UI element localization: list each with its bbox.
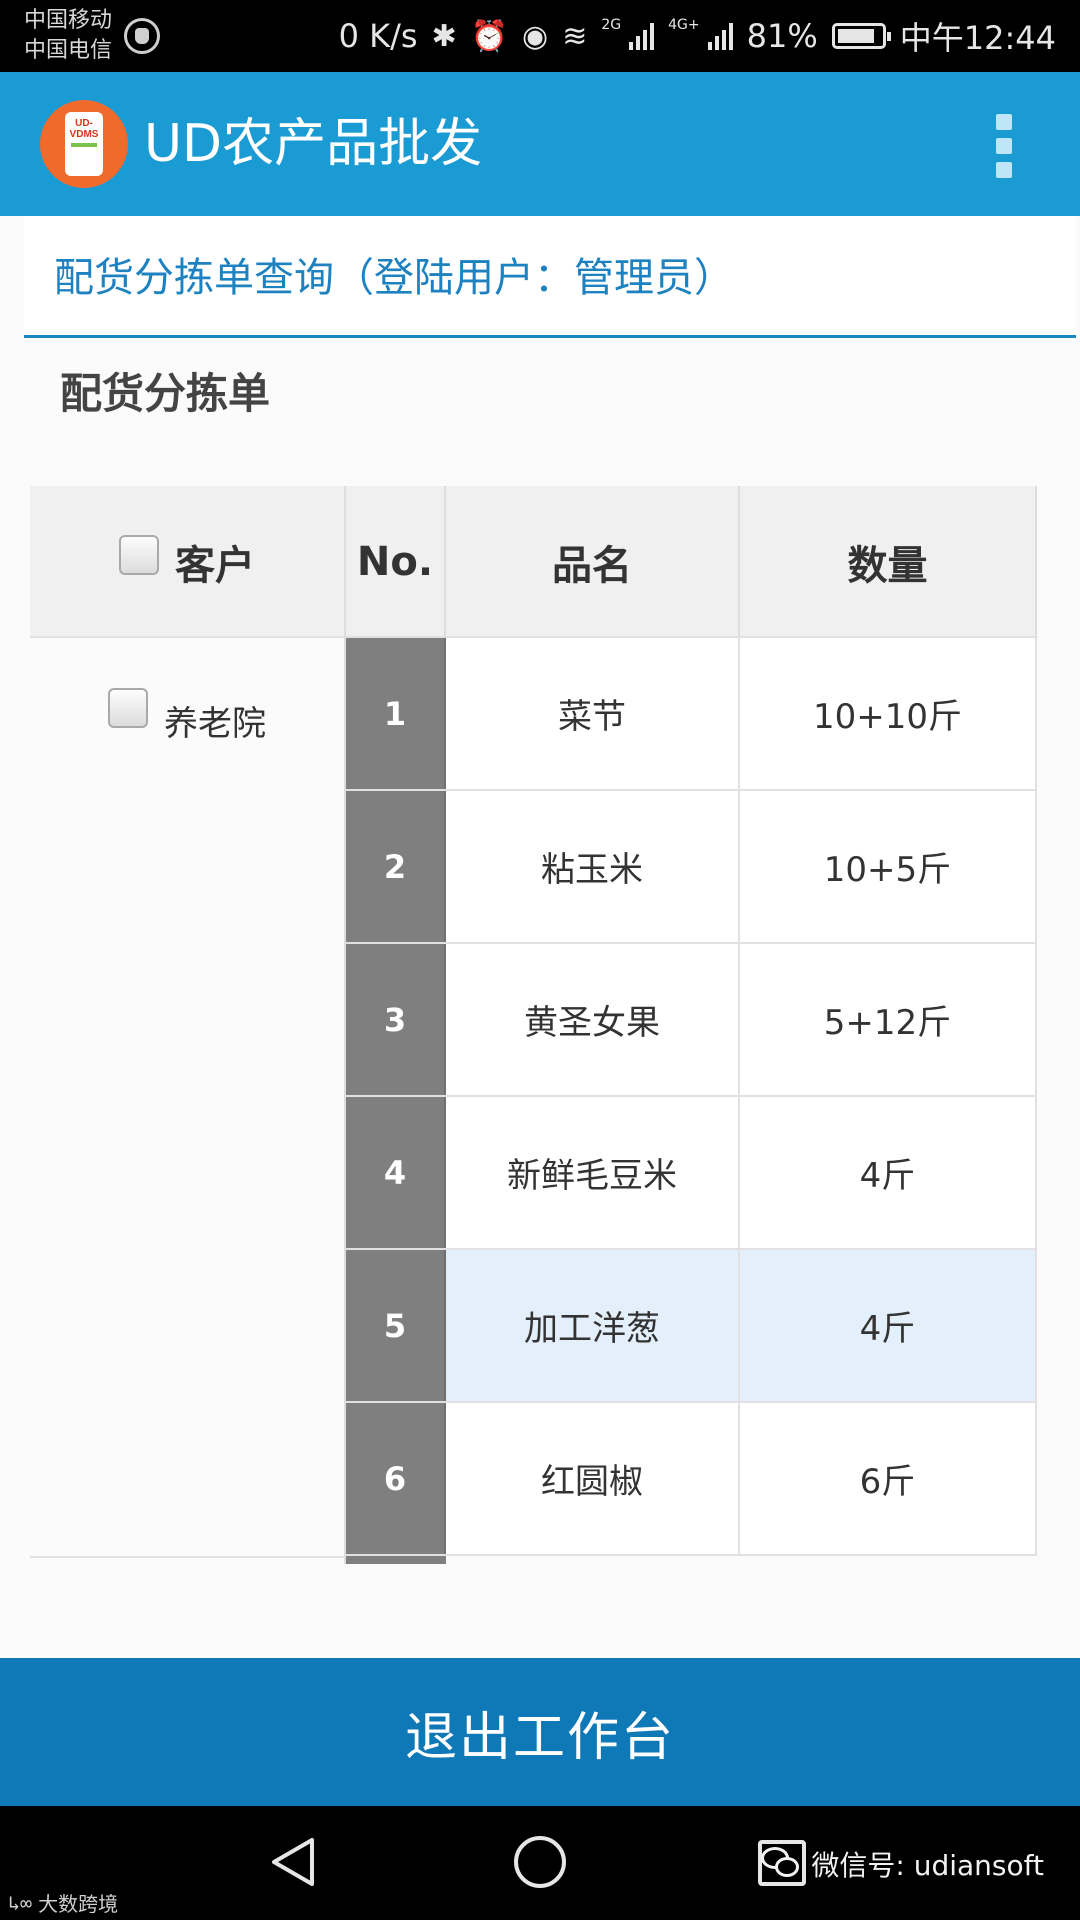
customer-name: 养老院 <box>164 704 266 744</box>
quantity: 4斤 <box>740 1097 1037 1248</box>
watermark-logo-icon: ↳∞ <box>8 1890 33 1915</box>
next-row-partial <box>346 1556 1037 1564</box>
bluetooth-icon: ✱ <box>431 18 457 54</box>
table-row[interactable]: 1 菜节 10+10斤 <box>346 638 1037 791</box>
page-title: 配货分拣单查询（登陆用户：管理员） <box>54 255 734 301</box>
home-icon[interactable] <box>514 1836 566 1888</box>
eye-comfort-icon: ◉ <box>522 18 549 54</box>
network-2g-label: 2G <box>601 17 622 33</box>
product-name: 菜节 <box>446 638 740 789</box>
exit-workbench-button[interactable]: 退出工作台 <box>0 1658 1080 1806</box>
carrier-info: 中国移动 中国电信 <box>24 6 112 66</box>
quantity: 6斤 <box>740 1403 1037 1554</box>
row-number: 2 <box>346 791 446 942</box>
alarm-icon: ⏰ <box>470 18 509 54</box>
source-watermark: ↳∞ 大数跨境 <box>8 1888 118 1917</box>
wechat-icon <box>761 1847 801 1881</box>
clock: 中午12:44 <box>899 19 1056 57</box>
quantity: 5+12斤 <box>740 944 1037 1095</box>
quantity: 10+10斤 <box>740 638 1037 789</box>
app-title: UD农产品批发 <box>144 114 483 174</box>
row-number: 3 <box>346 944 446 1095</box>
battery-percent: 81% <box>746 17 818 55</box>
row-number: 6 <box>346 1403 446 1554</box>
carrier-2: 中国电信 <box>24 38 113 63</box>
carrier-1: 中国移动 <box>24 8 113 33</box>
page-header: 配货分拣单查询（登陆用户：管理员） <box>24 216 1076 338</box>
table-divider <box>30 1556 346 1558</box>
column-header-no: No. <box>346 486 446 638</box>
column-header-product: 品名 <box>446 486 740 638</box>
network-speed: 0 K/s <box>338 17 418 55</box>
table-row-selected[interactable]: 5 加工洋葱 4斤 <box>346 1250 1037 1403</box>
table-row[interactable]: 6 红圆椒 6斤 <box>346 1403 1037 1556</box>
quantity: 10+5斤 <box>740 791 1037 942</box>
wifi-icon: ≋ <box>562 18 588 54</box>
product-name: 粘玉米 <box>446 791 740 942</box>
picking-list-table: 客户 No. 品名 数量 养老院 1 菜节 10+10斤 2 粘玉米 10+5斤… <box>30 486 1037 1564</box>
wechat-watermark: 微信号: udiansoft <box>761 1844 1044 1884</box>
app-bar: UD- VDMS UD农产品批发 <box>0 72 1080 216</box>
overflow-menu-icon[interactable] <box>996 114 1020 178</box>
customer-cell: 养老院 <box>30 638 346 1564</box>
table-row[interactable]: 2 粘玉米 10+5斤 <box>346 791 1037 944</box>
battery-icon <box>831 23 891 49</box>
wechat-id: 微信号: udiansoft <box>811 1849 1044 1882</box>
customer-checkbox[interactable] <box>108 688 148 728</box>
table-row[interactable]: 3 黄圣女果 5+12斤 <box>346 944 1037 1097</box>
navigation-bar: 微信号: udiansoft ↳∞ 大数跨境 <box>0 1806 1080 1920</box>
table-row[interactable]: 4 新鲜毛豆米 4斤 <box>346 1097 1037 1250</box>
back-icon[interactable] <box>268 1836 318 1888</box>
product-name: 加工洋葱 <box>446 1250 740 1401</box>
network-4g-label: 4G+ <box>668 17 700 33</box>
product-name: 新鲜毛豆米 <box>446 1097 740 1248</box>
app-logo[interactable]: UD- VDMS <box>40 100 128 188</box>
quantity: 4斤 <box>740 1250 1037 1401</box>
table-header: 客户 No. 品名 数量 <box>30 486 1037 638</box>
logo-text-2: VDMS <box>69 129 99 140</box>
notification-hand-icon <box>124 18 160 54</box>
status-icons: 0 K/s ✱ ⏰ ◉ ≋ 2G 4G+ 81% 中午12:44 <box>339 0 1056 72</box>
logo-text-1: UD- <box>75 118 93 129</box>
column-label-customer: 客户 <box>175 543 255 589</box>
select-all-checkbox[interactable] <box>119 535 159 575</box>
product-name: 红圆椒 <box>446 1403 740 1554</box>
section-title: 配货分拣单 <box>60 369 271 418</box>
row-number: 1 <box>346 638 446 789</box>
product-name: 黄圣女果 <box>446 944 740 1095</box>
column-header-quantity: 数量 <box>740 486 1037 638</box>
source-watermark-text: 大数跨境 <box>38 1892 119 1916</box>
screen: 中国移动 中国电信 0 K/s ✱ ⏰ ◉ ≋ 2G 4G+ 81% 中午12:… <box>0 0 1080 1920</box>
logo-phone-icon: UD- VDMS <box>65 112 103 176</box>
signal-icon-2 <box>707 22 733 50</box>
row-number: 5 <box>346 1250 446 1401</box>
status-bar: 中国移动 中国电信 0 K/s ✱ ⏰ ◉ ≋ 2G 4G+ 81% 中午12:… <box>0 0 1080 72</box>
column-header-customer: 客户 <box>30 486 346 638</box>
customer-group: 养老院 <box>108 688 266 744</box>
signal-icon-1 <box>629 22 655 50</box>
row-number: 4 <box>346 1097 446 1248</box>
